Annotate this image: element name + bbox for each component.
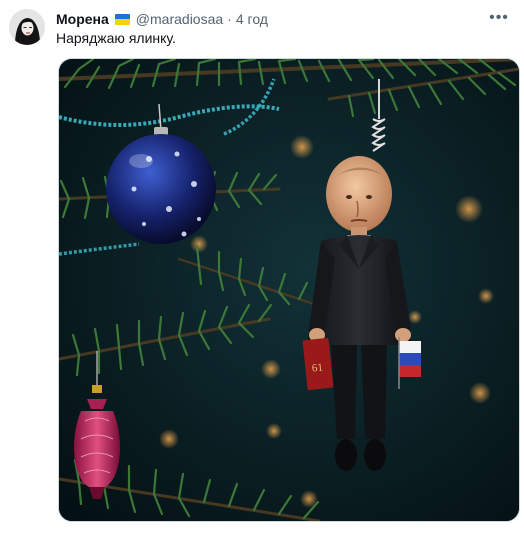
- tweet[interactable]: Морена @maradiosaa · 4 год ••• Наряджаю …: [0, 0, 524, 533]
- author-handle[interactable]: @maradiosaa: [136, 11, 223, 27]
- tweet-timestamp[interactable]: 4 год: [236, 11, 268, 27]
- tweet-actions-bar: [56, 527, 518, 533]
- tweet-header: Морена @maradiosaa · 4 год: [56, 10, 268, 28]
- avatar-image: [9, 9, 45, 45]
- christmas-ornament-photo: 61: [59, 59, 519, 521]
- tweet-text: Наряджаю ялинку.: [56, 30, 176, 46]
- ukraine-flag-icon: [114, 13, 130, 25]
- book-label: 61: [311, 362, 323, 375]
- separator-dot: ·: [227, 11, 232, 27]
- tweet-media[interactable]: 61: [58, 58, 520, 522]
- avatar[interactable]: [9, 9, 45, 45]
- author-name[interactable]: Морена: [56, 11, 109, 27]
- more-options-icon[interactable]: •••: [488, 9, 510, 26]
